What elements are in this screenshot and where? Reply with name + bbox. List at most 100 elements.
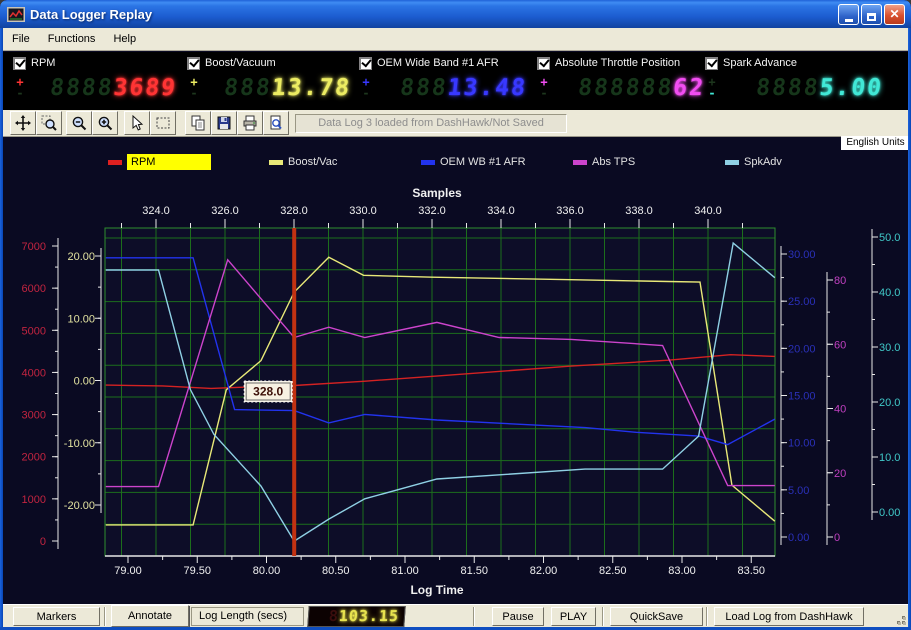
units-label: English Units (841, 136, 910, 150)
axis-label: 0.00 (74, 376, 95, 388)
cursor-icon (128, 115, 146, 131)
legend-label: SpkAdv (744, 156, 782, 168)
separator (602, 607, 604, 626)
axis-label: 25.00 (788, 296, 816, 308)
zoom-in-button[interactable] (92, 111, 118, 135)
menu-file[interactable]: File (3, 30, 39, 48)
close-button[interactable]: ✕ (884, 4, 905, 25)
log-length-label: Log Length (secs) (191, 607, 304, 626)
legend-label: Abs TPS (592, 156, 635, 168)
axis-label: 80.00 (253, 565, 281, 577)
axis-label: 0 (834, 532, 840, 544)
separator (473, 607, 475, 626)
axis-label: 10.00 (67, 313, 95, 325)
channel-checkbox[interactable] (359, 57, 372, 70)
led-ghost-digits: 888888 (577, 75, 675, 101)
quicksave-button[interactable]: QuickSave (610, 607, 703, 626)
axis-label: -20.00 (64, 500, 95, 512)
print-preview-button[interactable] (263, 111, 289, 135)
log-length-display: 8103.15 (307, 606, 405, 627)
axis-label: 15.00 (788, 391, 816, 403)
axis-label: 6000 (22, 283, 46, 295)
chart-cursor-label: 328.0 (253, 385, 283, 399)
axis-label: 336.0 (556, 205, 584, 217)
menu-functions[interactable]: Functions (39, 30, 105, 48)
axis-label: 20.00 (67, 251, 95, 263)
pan-icon (14, 115, 32, 131)
save-icon (215, 115, 233, 131)
minimize-button[interactable] (838, 4, 859, 25)
copy-button[interactable] (185, 111, 211, 135)
channel-checkbox[interactable] (187, 57, 200, 70)
legend-swatch (108, 160, 122, 165)
copy-icon (189, 115, 207, 131)
play-button[interactable]: PLAY (551, 607, 596, 626)
minus-indicator: - (16, 88, 23, 99)
legend-item-0[interactable]: RPM (108, 152, 211, 172)
minus-indicator: - (540, 88, 547, 99)
axis-label: 20.0 (879, 397, 900, 409)
samples-axis-title: Samples (412, 186, 462, 200)
channel-label: OEM Wide Band #1 AFR (377, 57, 499, 69)
zoom-window-button[interactable] (36, 111, 62, 135)
channel-3: Absolute Throttle Position + - 88888862 (537, 55, 709, 107)
select-region-icon (154, 115, 172, 131)
log-length-value: 103.15 (338, 607, 399, 625)
channel-checkbox[interactable] (13, 57, 26, 70)
chart-legend: RPM Boost/Vac OEM WB #1 AFR Abs TPS SpkA… (0, 152, 911, 172)
maximize-button[interactable] (861, 4, 882, 25)
led-value: 13.78 (270, 75, 352, 101)
axis-label: 81.50 (460, 565, 488, 577)
save-button[interactable] (211, 111, 237, 135)
led-display: + - 88885.00 (705, 73, 887, 103)
axis-label: 83.50 (737, 565, 765, 577)
restore-icon (867, 13, 876, 21)
axis-label: 2000 (22, 452, 46, 464)
channel-label: RPM (31, 57, 55, 69)
chart: 7000600050004000300020001000020.0010.000… (3, 137, 908, 604)
axis-label: 60 (834, 339, 846, 351)
axis-label: 0 (40, 536, 46, 548)
zoom-window-icon (40, 115, 58, 131)
app-icon (7, 7, 25, 22)
zoom-out-icon (70, 115, 88, 131)
menu-help[interactable]: Help (104, 30, 145, 48)
cursor-tool-button[interactable] (124, 111, 150, 135)
separator (706, 607, 708, 626)
legend-item-1[interactable]: Boost/Vac (269, 152, 337, 172)
led-value: 3689 (112, 75, 178, 101)
select-region-button[interactable] (150, 111, 176, 135)
resize-grip[interactable] (892, 611, 906, 625)
axis-label: 328.0 (280, 205, 308, 217)
window-title: Data Logger Replay (30, 7, 152, 22)
pause-button[interactable]: Pause (492, 607, 544, 626)
legend-item-3[interactable]: Abs TPS (573, 152, 635, 172)
legend-swatch (421, 160, 435, 165)
annotate-button[interactable]: Annotate (111, 605, 189, 627)
axis-label: 332.0 (418, 205, 446, 217)
axis-label: 10.00 (788, 438, 816, 450)
channel-checkbox[interactable] (537, 57, 550, 70)
legend-swatch (269, 160, 283, 165)
markers-button[interactable]: Markers (13, 607, 100, 626)
axis-label: 80 (834, 275, 846, 287)
title-bar[interactable]: Data Logger Replay ✕ (0, 0, 911, 28)
axis-label: 83.00 (668, 565, 696, 577)
led-ghost-digits: 888 (399, 75, 449, 101)
axis-label: 330.0 (349, 205, 377, 217)
legend-item-4[interactable]: SpkAdv (725, 152, 782, 172)
close-icon: ✕ (889, 7, 899, 21)
pan-button[interactable] (10, 111, 36, 135)
load-log-button[interactable]: Load Log from DashHawk (714, 607, 864, 626)
channel-label: Absolute Throttle Position (555, 57, 680, 69)
axis-label: 79.50 (183, 565, 211, 577)
axis-label: 326.0 (211, 205, 239, 217)
window-border-left (0, 28, 3, 630)
axis-label: 80.50 (322, 565, 350, 577)
channel-checkbox[interactable] (705, 57, 718, 70)
print-button[interactable] (237, 111, 263, 135)
zoom-out-button[interactable] (66, 111, 92, 135)
legend-item-2[interactable]: OEM WB #1 AFR (421, 152, 526, 172)
led-ghost-digits: 8888 (49, 75, 115, 101)
separator (104, 607, 106, 626)
